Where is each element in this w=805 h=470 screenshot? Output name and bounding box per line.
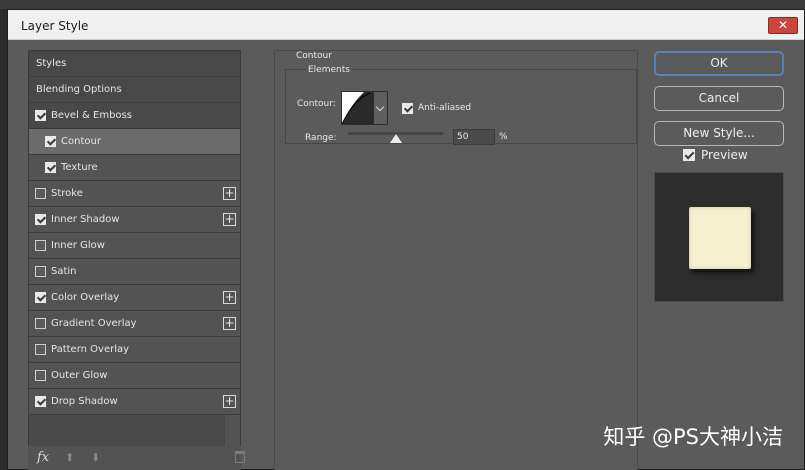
title-bar: Layer Style ✕ [8, 10, 804, 40]
cancel-button[interactable]: Cancel [654, 86, 784, 111]
close-button[interactable]: ✕ [768, 17, 798, 34]
style-item-satin[interactable]: Satin [29, 259, 240, 285]
style-checkbox[interactable] [35, 214, 46, 225]
add-effect-plus-icon[interactable]: + [223, 317, 236, 330]
style-item-label: Gradient Overlay [51, 318, 137, 329]
style-item-label: Pattern Overlay [51, 344, 130, 355]
add-effect-plus-icon[interactable]: + [223, 291, 236, 304]
group-title: Contour [296, 51, 332, 61]
style-checkbox[interactable] [35, 370, 46, 381]
fieldset-title: Elements [306, 65, 352, 75]
contour-panel: Contour Elements Contour: Anti-aliased R… [274, 50, 638, 470]
style-item-texture[interactable]: Texture [29, 155, 240, 181]
style-item-inner-glow[interactable]: Inner Glow [29, 233, 240, 259]
style-item-gradient-overlay[interactable]: Gradient Overlay + [29, 311, 240, 337]
contour-curve-icon [341, 92, 374, 125]
style-checkbox[interactable] [35, 344, 46, 355]
range-input[interactable]: 50 [453, 129, 495, 145]
anti-aliased-label: Anti-aliased [418, 103, 472, 113]
add-effect-plus-icon[interactable]: + [223, 213, 236, 226]
style-item-pattern-overlay[interactable]: Pattern Overlay [29, 337, 240, 363]
style-item-label: Stroke [51, 188, 83, 199]
style-checkbox[interactable] [35, 240, 46, 251]
move-up-icon[interactable]: ⬆ [65, 451, 74, 464]
style-item-label: Inner Glow [51, 240, 105, 251]
style-item-label: Color Overlay [51, 292, 120, 303]
preview-checkbox[interactable] [683, 149, 695, 161]
range-unit: % [499, 132, 508, 142]
ok-button[interactable]: OK [654, 51, 784, 76]
fx-icon[interactable]: fx [37, 450, 49, 465]
style-item-label: Satin [51, 266, 77, 277]
style-checkbox[interactable] [35, 292, 46, 303]
style-item-label: Blending Options [36, 84, 122, 95]
preview-label: Preview [701, 148, 748, 162]
style-checkbox[interactable] [35, 266, 46, 277]
contour-dropdown-button[interactable] [373, 91, 388, 125]
style-item-label: Inner Shadow [51, 214, 120, 225]
style-item-contour[interactable]: Contour [29, 129, 240, 155]
preview-swatch [689, 207, 751, 269]
styles-toolbar: fx ⬆ ⬇ [28, 446, 245, 470]
style-item-drop-shadow[interactable]: Drop Shadow + [29, 389, 240, 415]
style-checkbox[interactable] [35, 318, 46, 329]
new-style-button[interactable]: New Style... [654, 121, 784, 146]
add-effect-plus-icon[interactable]: + [223, 395, 236, 408]
background-strip [0, 0, 805, 9]
style-checkbox[interactable] [45, 136, 56, 147]
watermark: 知乎 @PS大神小洁 [603, 425, 783, 449]
contour-label: Contour: [297, 99, 336, 109]
style-checkbox[interactable] [35, 188, 46, 199]
range-slider-thumb[interactable] [389, 134, 402, 143]
move-down-icon[interactable]: ⬇ [91, 451, 100, 464]
style-item-stroke[interactable]: Stroke + [29, 181, 240, 207]
style-item-label: Bevel & Emboss [51, 110, 132, 121]
style-item-label: Styles [36, 58, 67, 69]
style-item-blending-options[interactable]: Blending Options [29, 77, 240, 103]
add-effect-plus-icon[interactable]: + [223, 187, 236, 200]
styles-list: Styles Blending Options Bevel & Emboss Cont… [28, 50, 241, 470]
anti-aliased-checkbox[interactable] [402, 103, 413, 114]
style-item-styles[interactable]: Styles [29, 51, 240, 77]
style-checkbox[interactable] [45, 162, 56, 173]
trash-icon[interactable] [235, 451, 245, 463]
preview-thumbnail [654, 172, 784, 302]
style-item-label: Drop Shadow [51, 396, 118, 407]
range-label: Range: [305, 133, 337, 143]
style-checkbox[interactable] [35, 110, 46, 121]
style-item-label: Contour [61, 136, 101, 147]
style-checkbox[interactable] [35, 396, 46, 407]
style-item-inner-shadow[interactable]: Inner Shadow + [29, 207, 240, 233]
style-item-label: Texture [61, 162, 98, 173]
dialog-title: Layer Style [21, 19, 89, 33]
style-item-bevel-emboss[interactable]: Bevel & Emboss [29, 103, 240, 129]
style-item-color-overlay[interactable]: Color Overlay + [29, 285, 240, 311]
style-item-outer-glow[interactable]: Outer Glow [29, 363, 240, 389]
style-item-label: Outer Glow [51, 370, 108, 381]
